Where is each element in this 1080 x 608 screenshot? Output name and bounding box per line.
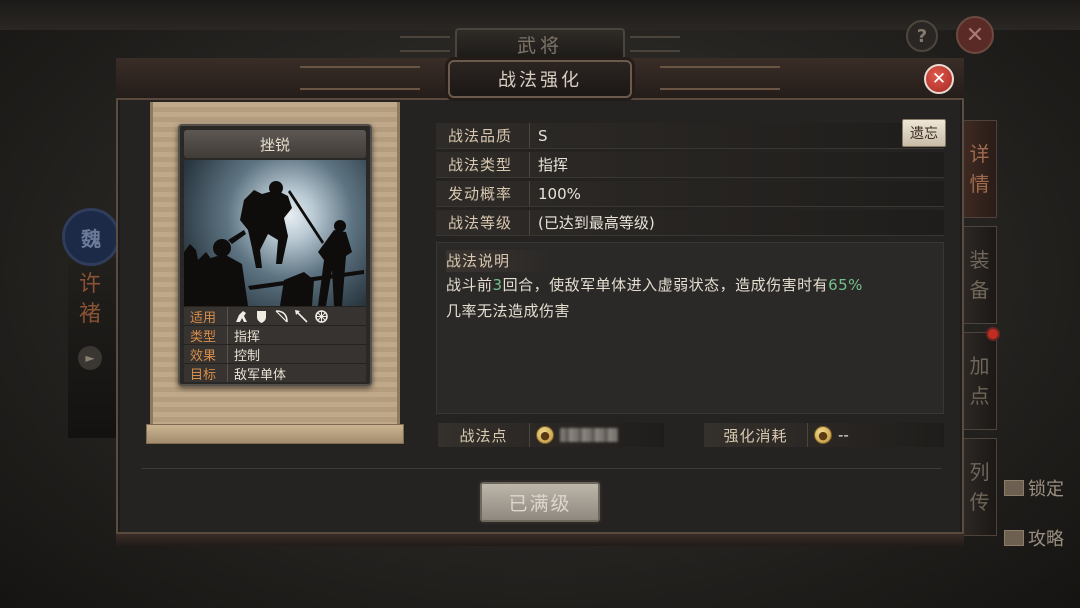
scroll-rod — [146, 424, 404, 444]
header-ornament-left — [300, 66, 420, 90]
vehicle-icon — [314, 309, 329, 324]
effect-label: 效果 — [184, 345, 228, 364]
skill-points-value-hidden — [560, 428, 618, 442]
forget-skill-button[interactable]: 遗忘 — [902, 119, 946, 147]
skill-level-value: (已达到最高等级) — [538, 214, 655, 232]
tab-add-points[interactable]: 加 点 — [963, 332, 997, 430]
tab-equipment-char: 装 — [969, 248, 990, 272]
scroll-icon — [1004, 530, 1024, 546]
notification-dot — [986, 327, 1000, 341]
attribute-row-type: 战法类型 指挥 — [436, 152, 944, 178]
description-turns: 3 — [492, 276, 503, 294]
description-part: 几率无法造成伤害 — [446, 302, 571, 320]
warriors-silhouette-illustration — [184, 181, 364, 306]
general-name-char: 褚 — [78, 302, 101, 327]
upgrade-cost-label: 强化消耗 — [704, 423, 808, 447]
cavalry-icon — [234, 309, 249, 324]
description-part: 战斗前 — [446, 276, 493, 294]
page-title: 武将 — [455, 28, 625, 60]
description-part: 回合，使敌军单体进入虚弱状态，造成伤害时有 — [502, 276, 829, 294]
guide-label: 攻略 — [1028, 529, 1064, 550]
guide-button[interactable]: 攻略 — [1004, 526, 1064, 550]
card-row-type: 类型 指挥 — [184, 325, 366, 345]
lock-button[interactable]: 锁定 — [1004, 476, 1064, 500]
dialog-close-button[interactable]: ✕ — [924, 64, 954, 94]
quality-label: 战法品质 — [436, 123, 530, 148]
page-close-icon[interactable]: ✕ — [956, 16, 994, 54]
tab-equipment[interactable]: 装 备 — [963, 226, 997, 324]
bow-icon — [274, 309, 289, 324]
tab-biography[interactable]: 列 传 — [963, 438, 997, 536]
effect-value: 控制 — [234, 348, 261, 364]
dialog-title: 战法强化 — [448, 60, 632, 98]
tab-biography-char: 列 — [969, 460, 990, 484]
tab-biography-char: 传 — [969, 490, 990, 514]
title-ornament-right — [630, 36, 680, 52]
upgrade-cost-bar: 强化消耗 ● -- — [704, 423, 944, 447]
tab-equipment-char: 备 — [969, 278, 990, 302]
skill-point-coin-icon: ● — [814, 426, 832, 444]
dialog-divider — [142, 468, 942, 469]
faction-badge: 魏 — [62, 208, 120, 266]
target-value: 敌军单体 — [234, 367, 287, 383]
skill-type-value: 指挥 — [538, 156, 569, 174]
trigger-rate-label: 发动概率 — [436, 181, 530, 206]
card-row-applicable: 适用 — [184, 306, 366, 326]
header-ornament-right — [660, 66, 780, 90]
skill-card-artwork — [184, 160, 366, 306]
spear-icon — [294, 309, 309, 324]
lock-icon — [1004, 480, 1024, 496]
general-name: 许 褚 — [76, 270, 104, 330]
tab-add-points-char: 加 — [969, 354, 990, 378]
tab-details-char: 详 — [969, 142, 990, 166]
description-chance: 65% — [828, 276, 863, 294]
attribute-row-quality: 战法品质 S — [436, 123, 944, 149]
type-value: 指挥 — [234, 329, 261, 345]
skill-level-label: 战法等级 — [436, 210, 530, 235]
tab-details[interactable]: 详 情 — [963, 120, 997, 218]
skill-description-title: 战法说明 — [446, 250, 551, 272]
target-label: 目标 — [184, 364, 228, 383]
shield-icon — [254, 309, 269, 324]
skill-point-coin-icon: ● — [536, 426, 554, 444]
title-ornament-left — [400, 36, 450, 52]
skill-points-bar: 战法点 ● — [438, 423, 664, 447]
voice-icon[interactable]: ► — [78, 346, 102, 370]
skill-description-text: 战斗前3回合，使敌军单体进入虚弱状态，造成伤害时有65% 几率无法造成伤害 — [446, 272, 942, 324]
trigger-rate-value: 100% — [538, 184, 581, 203]
attribute-row-trigger-rate: 发动概率 100% — [436, 181, 944, 207]
card-row-target: 目标 敌军单体 — [184, 363, 366, 383]
applicable-label: 适用 — [184, 307, 228, 326]
skill-card-name: 挫锐 — [184, 130, 366, 158]
tab-add-points-char: 点 — [969, 384, 990, 408]
lock-label: 锁定 — [1028, 479, 1064, 500]
card-row-effect: 效果 控制 — [184, 344, 366, 364]
attribute-row-level: 战法等级 (已达到最高等级) — [436, 210, 944, 236]
type-label: 类型 — [184, 326, 228, 345]
skill-points-label: 战法点 — [438, 423, 530, 447]
general-name-char: 许 — [78, 272, 101, 297]
upgrade-cost-value: -- — [838, 426, 849, 444]
help-icon[interactable]: ? — [906, 20, 938, 52]
max-level-button[interactable]: 已满级 — [480, 482, 600, 522]
dialog-footer-bar — [116, 532, 964, 546]
skill-type-label: 战法类型 — [436, 152, 530, 177]
quality-value: S — [538, 126, 548, 145]
tab-details-char: 情 — [969, 172, 990, 196]
